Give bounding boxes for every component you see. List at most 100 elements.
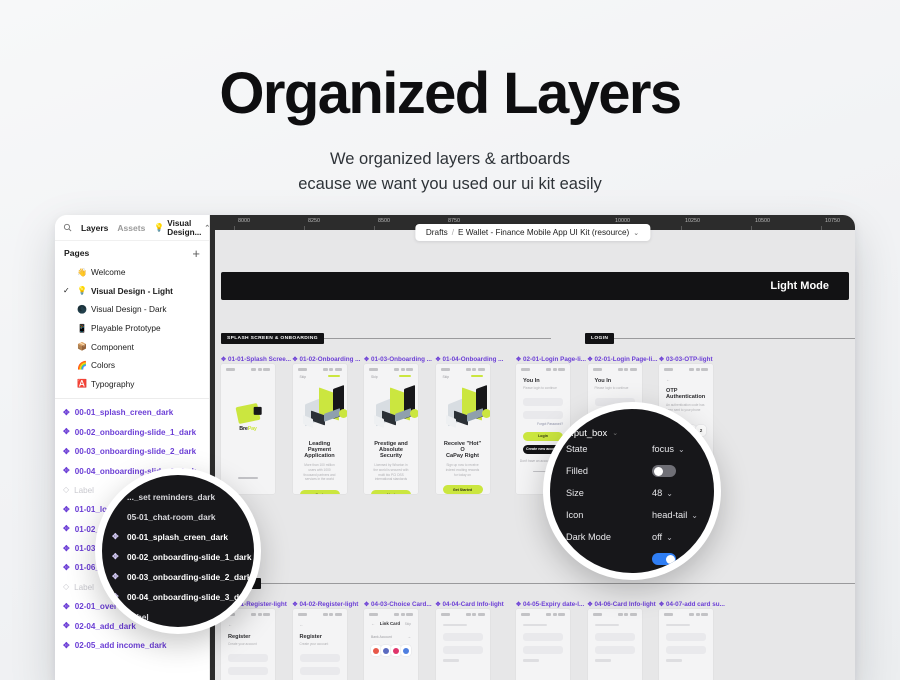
frame-label[interactable]: ✥ 04-02-Register-light bbox=[293, 601, 359, 608]
back-icon[interactable]: ← bbox=[371, 621, 375, 626]
add-page-button[interactable]: + bbox=[192, 247, 200, 260]
email-field[interactable] bbox=[228, 666, 268, 675]
property-select[interactable]: off ⌄ bbox=[652, 532, 673, 542]
chevron-right-icon[interactable]: → bbox=[407, 634, 411, 639]
frame-label[interactable]: ✥ 02-01-Login Page-li... bbox=[588, 356, 658, 363]
breadcrumb[interactable]: Drafts / E Wallet - Finance Mobile App U… bbox=[414, 224, 651, 241]
placeholder-field[interactable] bbox=[666, 646, 706, 655]
card-brand-chip[interactable] bbox=[391, 645, 401, 656]
login-button[interactable]: Login bbox=[523, 431, 563, 441]
card-brand-chip[interactable] bbox=[401, 645, 411, 656]
register-subtitle: Create your account bbox=[299, 642, 329, 646]
chevron-down-icon[interactable]: ⌄ bbox=[633, 229, 639, 237]
layer-item[interactable]: ✥ 02-05_add income_dark bbox=[55, 636, 209, 655]
frame-thumbnail[interactable] bbox=[516, 609, 570, 680]
layer-item-label: Label bbox=[74, 485, 94, 495]
onboarding-1-cta-button[interactable]: Next bbox=[299, 490, 340, 494]
card-brand-chip[interactable] bbox=[371, 645, 381, 656]
placeholder-field[interactable] bbox=[594, 646, 635, 655]
frame-label[interactable]: ✥ 04-03-Choice Card... bbox=[364, 601, 432, 608]
frame-thumbnail[interactable]: ← Register Create your account bbox=[292, 609, 347, 680]
name-field[interactable] bbox=[299, 653, 340, 662]
placeholder-field[interactable] bbox=[523, 633, 563, 642]
placeholder-field[interactable] bbox=[442, 633, 483, 642]
page-item-colors[interactable]: 🌈 Colors bbox=[55, 356, 209, 375]
property-select[interactable]: head-tail ⌄ bbox=[652, 510, 698, 520]
frame-thumbnail[interactable] bbox=[435, 609, 490, 680]
onboarding-2-cta-button[interactable]: Next bbox=[371, 490, 411, 494]
password-field[interactable] bbox=[523, 410, 563, 419]
chevron-down-icon[interactable]: ⌄ bbox=[612, 429, 618, 437]
component-diamond-icon: ✥ bbox=[587, 601, 593, 608]
search-icon[interactable] bbox=[63, 223, 72, 232]
frame-label[interactable]: ✥ 01-01-Splash Scree... bbox=[221, 356, 291, 363]
frame-label[interactable]: ✥ 01-04-Onboarding ... bbox=[436, 356, 504, 363]
back-icon[interactable]: ← bbox=[300, 622, 340, 627]
placeholder-field[interactable] bbox=[523, 646, 563, 655]
skip-label[interactable]: Skip bbox=[371, 375, 378, 379]
page-item-visual-design-dark[interactable]: 🌑 Visual Design - Dark bbox=[55, 300, 209, 319]
placeholder-field[interactable] bbox=[666, 633, 706, 642]
hero-subtitle-line-2: ecause we want you used our ui kit easil… bbox=[298, 175, 602, 194]
magnified-layer-label: 00-02_onboarding-slide_1_dark bbox=[127, 552, 252, 562]
skip-button[interactable]: Skip bbox=[405, 622, 411, 626]
back-icon[interactable]: ← bbox=[666, 377, 706, 382]
frame-thumbnail[interactable]: Skip Prestige and Absolute Security License… bbox=[364, 364, 418, 494]
tab-assets[interactable]: Assets bbox=[117, 223, 145, 233]
frame-label[interactable]: ✥ 01-02-Onboarding ... bbox=[293, 356, 361, 363]
frame-label[interactable]: ✥ 03-03-OTP-light bbox=[659, 356, 713, 363]
frame-label[interactable]: ✥ 04-07-add card su... bbox=[659, 601, 725, 608]
onboarding-1-body: More than 100 million users with 1000 th… bbox=[303, 463, 336, 482]
page-item-playable-prototype[interactable]: 📱 Playable Prototype bbox=[55, 319, 209, 338]
skip-label[interactable]: Skip bbox=[300, 375, 307, 379]
frame-label[interactable]: ✥ 04-06-Card Info-light bbox=[588, 601, 656, 608]
placeholder-field[interactable] bbox=[594, 633, 635, 642]
frame-thumbnail[interactable]: ← Link Card Skip Bank Account → bbox=[364, 609, 418, 680]
property-toggle[interactable] bbox=[652, 465, 676, 477]
breadcrumb-root[interactable]: Drafts bbox=[426, 228, 448, 237]
onboarding-1-title: Leading Payment Application bbox=[304, 441, 335, 459]
frame-thumbnail[interactable] bbox=[659, 609, 713, 680]
email-field[interactable] bbox=[299, 666, 340, 675]
breadcrumb-file[interactable]: E Wallet - Finance Mobile App UI Kit (re… bbox=[458, 228, 629, 237]
property-select[interactable]: 48 ⌄ bbox=[652, 488, 673, 498]
property-toggle[interactable] bbox=[652, 553, 676, 565]
name-field[interactable] bbox=[228, 653, 268, 662]
email-field[interactable] bbox=[523, 397, 563, 406]
frame-label[interactable]: ✥ 04-04-Card Info-light bbox=[436, 601, 504, 608]
layer-item[interactable]: ✥ 00-02_onboarding-slide_1_dark bbox=[55, 423, 209, 442]
skip-label[interactable]: Skip bbox=[443, 375, 450, 379]
page-item-component[interactable]: 📦 Component bbox=[55, 337, 209, 356]
layer-item[interactable]: ✥ 00-01_splash_creen_dark bbox=[55, 403, 209, 422]
property-select[interactable]: focus ⌄ bbox=[652, 444, 685, 454]
frame-thumbnail[interactable]: Skip Leading Payment Application More than … bbox=[292, 364, 347, 494]
component-diamond-icon: ✥ bbox=[63, 621, 70, 631]
placeholder-field[interactable] bbox=[442, 646, 483, 655]
property-key: State bbox=[566, 444, 588, 454]
magnified-layer-item: ✥ 00-03_onboarding-slide_2_dark bbox=[112, 567, 252, 587]
page-item-visual-design-light[interactable]: ✓ 💡 Visual Design - Light bbox=[55, 282, 209, 301]
canvas[interactable]: Light Mode SPLASH SCREEN & ONBOARDING LO… bbox=[215, 230, 855, 680]
onboarding-3-cta-button[interactable]: Get Started bbox=[442, 485, 483, 494]
frame-thumbnail[interactable] bbox=[587, 609, 642, 680]
frame-label[interactable]: ✥ 01-03-Onboarding ... bbox=[364, 356, 432, 363]
canvas-area[interactable]: 8000825085008750100001025010500107501100… bbox=[210, 215, 855, 680]
resize-icon[interactable] bbox=[690, 428, 700, 438]
property-row: Dark Mode off ⌄ bbox=[566, 526, 700, 548]
frame-thumbnail[interactable]: Skip Receive "Hot" O CaPay Right Sign up no… bbox=[435, 364, 490, 494]
page-item-typography[interactable]: 🅰️ Typography bbox=[55, 375, 209, 394]
component-name-row[interactable]: ...put_box ⌄ bbox=[566, 427, 700, 438]
frame-thumbnail[interactable]: BrePay bbox=[221, 364, 275, 494]
tab-layers[interactable]: Layers bbox=[81, 223, 108, 233]
layer-item[interactable]: ✥ 00-03_onboarding-slide_2_dark bbox=[55, 442, 209, 461]
frame-label[interactable]: ✥ 04-05-Expiry date-l... bbox=[516, 601, 584, 608]
card-brand-list[interactable] bbox=[364, 639, 418, 656]
bank-account-label: Bank Account bbox=[371, 634, 392, 639]
section-tag-label: LOGIN bbox=[585, 333, 615, 344]
frame-label-text: 04-05-Expiry date-l... bbox=[523, 601, 585, 608]
page-selector-chip[interactable]: 💡 Visual Design... ⌃ bbox=[154, 219, 209, 237]
card-brand-chip[interactable] bbox=[381, 645, 391, 656]
forgot-password-link[interactable]: Forgot Password? bbox=[523, 422, 563, 426]
frame-label[interactable]: ✥ 02-01-Login Page-li... bbox=[516, 356, 586, 363]
page-item-welcome[interactable]: 👋 Welcome bbox=[55, 263, 209, 282]
